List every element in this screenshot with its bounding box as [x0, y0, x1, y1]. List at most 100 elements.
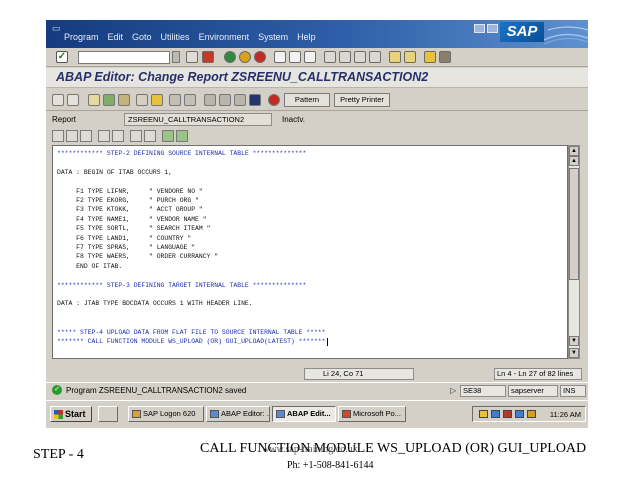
- screen-title: ABAP Editor: Change Report ZSREENU_CALLT…: [56, 70, 429, 84]
- test-icon[interactable]: [136, 94, 148, 106]
- print-icon[interactable]: [274, 51, 286, 63]
- status-expand-icon[interactable]: ▷: [450, 386, 456, 395]
- watermark-text: www.sap-training.co.uk: [262, 444, 358, 455]
- status-message: Program ZSREENU_CALLTRANSACTION2 saved: [66, 386, 247, 395]
- menu-program[interactable]: Program: [64, 32, 99, 43]
- breakpoint-icon[interactable]: [268, 94, 280, 106]
- where-used-icon[interactable]: [151, 94, 163, 106]
- sap-logon-icon: [132, 410, 141, 418]
- cancel-icon[interactable]: [254, 51, 266, 63]
- code-line: ***** STEP-4 UPLOAD DATA FROM FLAT FILE …: [57, 328, 326, 336]
- command-history-button[interactable]: [172, 51, 180, 63]
- scroll-up-icon[interactable]: ▲: [569, 146, 579, 156]
- search-icon[interactable]: [130, 130, 142, 142]
- next-page-icon[interactable]: [354, 51, 366, 63]
- code-line: END OF ITAB.: [57, 262, 123, 270]
- activate-icon[interactable]: [118, 94, 130, 106]
- download-block-icon[interactable]: [176, 130, 188, 142]
- server-name: sapserver: [508, 385, 558, 397]
- cut-icon[interactable]: [52, 130, 64, 142]
- window-system-icon[interactable]: ▭: [52, 23, 62, 33]
- forward-arrow-icon[interactable]: [67, 94, 79, 106]
- command-field[interactable]: [78, 51, 170, 64]
- task-abap-editor-1[interactable]: ABAP Editor: ...: [206, 406, 270, 422]
- save-icon[interactable]: [202, 51, 214, 63]
- editor-position-bar: Li 24, Co 71 Ln 4 - Ln 27 of 82 lines: [52, 368, 582, 381]
- menu-system[interactable]: System: [258, 32, 288, 43]
- code-line: F5 TYPE SORTL, " SEARCH ITEAM ": [57, 225, 211, 233]
- exit-icon[interactable]: [239, 51, 251, 63]
- quick-launch-desktop-icon[interactable]: [98, 406, 118, 422]
- find-icon[interactable]: [289, 51, 301, 63]
- display-change-icon[interactable]: [88, 94, 100, 106]
- start-button[interactable]: Start: [50, 406, 92, 422]
- menu-edit[interactable]: Edit: [108, 32, 124, 43]
- first-page-icon[interactable]: [324, 51, 336, 63]
- text-cursor: [326, 337, 328, 346]
- tray-icon-5[interactable]: [527, 410, 536, 418]
- tray-icon-4[interactable]: [515, 410, 524, 418]
- copy-icon[interactable]: [66, 130, 78, 142]
- task-label: SAP Logon 620: [143, 409, 196, 418]
- scroll-page-down-icon[interactable]: ▼: [569, 336, 579, 346]
- enter-check-icon[interactable]: ✓: [56, 51, 68, 63]
- help-icon[interactable]: [424, 51, 436, 63]
- pattern-button[interactable]: Pattern: [284, 93, 330, 107]
- object-list-icon[interactable]: [169, 94, 181, 106]
- code-line: F3 TYPE KTOKK, " ACCT GROUP ": [57, 206, 203, 214]
- code-editor[interactable]: ************ STEP-2 DEFINING SOURCE INTE…: [52, 145, 568, 359]
- find-next-icon[interactable]: [304, 51, 316, 63]
- success-check-icon: ✓: [52, 385, 62, 395]
- task-microsoft-powerpoint[interactable]: Microsoft Po...: [338, 406, 406, 422]
- insert-block-icon[interactable]: [162, 130, 174, 142]
- back-arrow-icon[interactable]: [52, 94, 64, 106]
- screen-title-bar: ABAP Editor: Change Report ZSREENU_CALLT…: [46, 68, 588, 88]
- undo-icon[interactable]: [98, 130, 110, 142]
- sap-swoosh-graphic: [544, 26, 588, 45]
- scroll-down-icon[interactable]: ▼: [569, 348, 579, 358]
- back-icon[interactable]: [224, 51, 236, 63]
- maximize-button[interactable]: [487, 24, 498, 33]
- layout-menu-icon[interactable]: [439, 51, 451, 63]
- menu-environment[interactable]: Environment: [199, 32, 250, 43]
- insert-mode: INS: [560, 385, 586, 397]
- sap-window-icon: [276, 410, 285, 418]
- pretty-printer-button[interactable]: Pretty Printer: [334, 93, 390, 107]
- check-syntax-icon[interactable]: [103, 94, 115, 106]
- tray-icon-3[interactable]: [503, 410, 512, 418]
- minimize-button[interactable]: [474, 24, 485, 33]
- last-page-icon[interactable]: [369, 51, 381, 63]
- code-line: F1 TYPE LIFNR, " VENDORE NO ": [57, 187, 203, 195]
- slide-caption: CALL FUNCTION MODULE WS_UPLOAD (OR) GUI_…: [200, 441, 587, 456]
- editor-vertical-scrollbar[interactable]: ▲ ▲ ▼ ▼: [568, 145, 580, 359]
- code-line: F2 TYPE EKORG, " PURCH ORG ": [57, 197, 199, 204]
- code-line: DATA : BEGIN OF ITAB OCCURS 1,: [57, 168, 173, 176]
- previous-page-icon[interactable]: [339, 51, 351, 63]
- task-label: ABAP Edit...: [287, 409, 331, 418]
- application-toolbar: Pattern Pretty Printer: [46, 89, 588, 111]
- task-abap-editor-2[interactable]: ABAP Edit...: [272, 406, 336, 422]
- menu-utilities[interactable]: Utilities: [161, 32, 190, 43]
- create-session-icon[interactable]: [389, 51, 401, 63]
- task-sap-logon[interactable]: SAP Logon 620: [128, 406, 204, 422]
- cursor-position: Li 24, Co 71: [304, 368, 414, 380]
- hierarchy-icon[interactable]: [204, 94, 216, 106]
- fullscreen-icon[interactable]: [234, 94, 246, 106]
- shortcut-icon[interactable]: [404, 51, 416, 63]
- menu-help[interactable]: Help: [297, 32, 316, 43]
- redo-icon[interactable]: [112, 130, 124, 142]
- search-next-icon[interactable]: [144, 130, 156, 142]
- where-used-list-icon[interactable]: [219, 94, 231, 106]
- menu-goto[interactable]: Goto: [132, 32, 152, 43]
- tray-icon-2[interactable]: [491, 410, 500, 418]
- scroll-thumb[interactable]: [569, 168, 579, 280]
- navigation-window-icon[interactable]: [184, 94, 196, 106]
- windows-taskbar: Start SAP Logon 620 ABAP Editor: ... ABA…: [46, 400, 588, 428]
- standard-toolbar: ✓: [46, 48, 588, 67]
- info-icon[interactable]: [249, 94, 261, 106]
- paste-icon[interactable]: [80, 130, 92, 142]
- tray-icon-1[interactable]: [479, 410, 488, 418]
- code-line: F7 TYPE SPRAS, " LANGUAGE ": [57, 244, 196, 251]
- scroll-page-up-icon[interactable]: ▲: [569, 156, 579, 166]
- code-line: ******* CALL FUNCTION MODULE WS_UPLOAD (…: [57, 338, 326, 345]
